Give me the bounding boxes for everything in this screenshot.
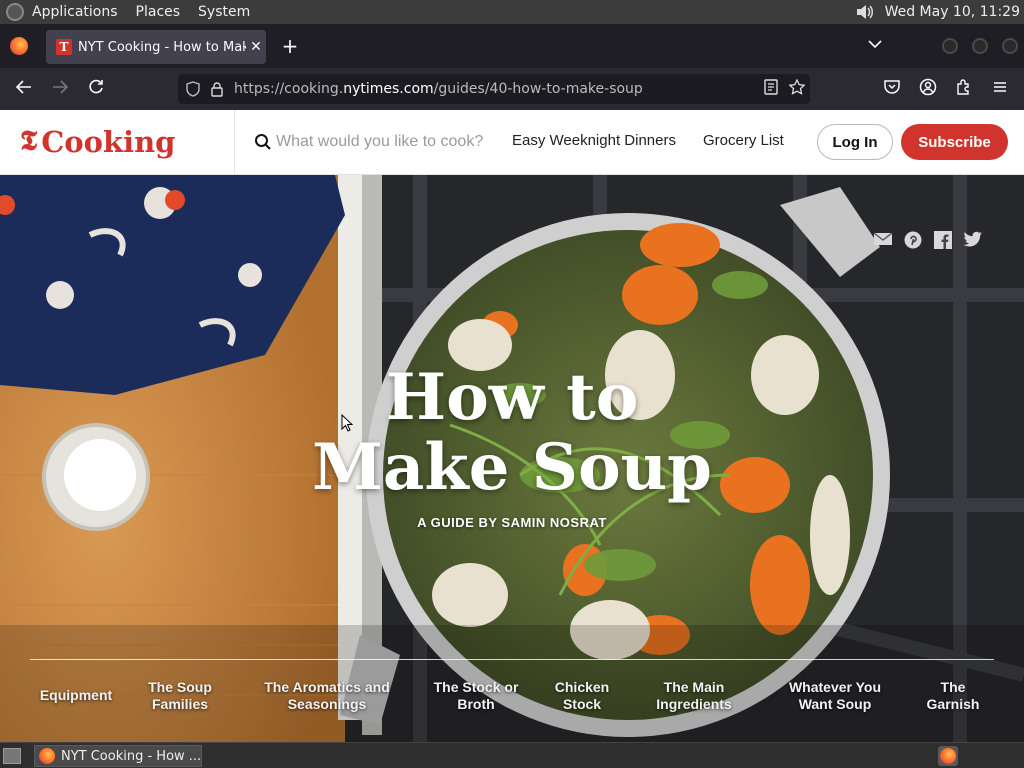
facebook-icon[interactable] (932, 231, 954, 251)
url-text[interactable]: https://cooking.nytimes.com/guides/40-ho… (234, 81, 758, 97)
guide-nav-label: Want Soup (798, 696, 872, 712)
header-divider (234, 110, 235, 175)
guide-nav-label: Garnish (926, 696, 980, 712)
guide-nav-chicken-stock[interactable]: Chicken Stock (542, 679, 622, 713)
close-window-button[interactable] (1002, 38, 1018, 54)
tray-firefox-icon[interactable] (938, 746, 958, 766)
url-prefix: https://cooking. (234, 81, 344, 97)
log-in-button[interactable]: Log In (817, 124, 893, 160)
hero-banner: How to Make Soup A GUIDE BY SAMIN NOSRAT… (0, 175, 1024, 742)
new-tab-button[interactable]: + (280, 36, 300, 56)
url-bar[interactable]: https://cooking.nytimes.com/guides/40-ho… (178, 74, 810, 104)
guide-nav-label: The Soup (148, 679, 212, 695)
nyt-favicon-icon: T (56, 39, 72, 55)
tracking-protection-shield-icon[interactable] (186, 81, 202, 97)
guide-nav-garnish[interactable]: The Garnish (918, 679, 988, 713)
guide-nav-label: The (940, 679, 966, 695)
hero-divider (30, 659, 994, 660)
tab-close-icon[interactable]: ✕ (246, 39, 266, 55)
guide-nav-label: Seasonings (287, 696, 367, 712)
nyt-t-logo-icon: 𝕿 (20, 126, 38, 157)
applications-menu[interactable]: Applications (32, 4, 118, 20)
url-path: /guides/40-how-to-make-soup (433, 81, 643, 97)
guide-nav-label: Equipment (39, 687, 113, 703)
guide-nav-whatever-you-want-soup[interactable]: Whatever You Want Soup (780, 679, 890, 713)
account-icon[interactable] (917, 78, 939, 100)
reader-view-icon[interactable] (758, 79, 784, 99)
guide-nav-label: Whatever You (788, 679, 882, 695)
tab-title: NYT Cooking - How to Make Soup (78, 39, 246, 55)
panel-clock[interactable]: Wed May 10, 11:29 (885, 4, 1020, 20)
guide-nav-label: Broth (457, 696, 495, 712)
web-page: 𝕿 Cooking Easy Weeknight Dinners Grocery… (0, 110, 1024, 742)
show-desktop-icon[interactable] (3, 748, 21, 764)
volume-icon[interactable] (855, 3, 875, 21)
bookmark-star-icon[interactable] (784, 78, 810, 99)
extensions-icon[interactable] (953, 78, 975, 100)
guide-nav-aromatics-seasonings[interactable]: The Aromatics and Seasonings (252, 679, 402, 713)
guide-section-nav: Equipment The Soup Families The Aromatic… (20, 679, 1004, 719)
guide-nav-label: The Stock or (433, 679, 519, 695)
grocery-list-link[interactable]: Grocery List (703, 132, 784, 149)
back-button[interactable] (13, 78, 35, 100)
browser-tab-bar: T NYT Cooking - How to Make Soup ✕ + (0, 24, 1024, 68)
hero-title-line2: Make Soup (312, 430, 712, 505)
pinterest-icon[interactable] (902, 231, 924, 251)
guide-nav-label: Ingredients (656, 696, 732, 712)
minimize-window-button[interactable] (942, 38, 958, 54)
guide-nav-label: Chicken (554, 679, 610, 695)
brand-name: Cooking (41, 125, 176, 159)
twitter-icon[interactable] (962, 231, 984, 251)
forward-button[interactable] (49, 78, 71, 100)
email-icon[interactable] (872, 231, 894, 251)
list-all-tabs-chevron-icon[interactable] (868, 38, 888, 54)
easy-weeknight-dinners-link[interactable]: Easy Weeknight Dinners (512, 132, 676, 149)
firefox-view-icon[interactable] (10, 37, 28, 55)
system-top-panel: Applications Places System Wed May 10, 1… (0, 0, 1024, 24)
guide-nav-stock-broth[interactable]: The Stock or Broth (420, 679, 532, 713)
guide-nav-label: Families (151, 696, 209, 712)
guide-nav-label: The Main (663, 679, 725, 695)
hero-byline: A GUIDE BY SAMIN NOSRAT (417, 515, 607, 530)
taskbar-window-label: NYT Cooking - How ... (60, 748, 201, 764)
share-icons (872, 231, 984, 251)
subscribe-button[interactable]: Subscribe (901, 124, 1008, 160)
guide-nav-label: Stock (562, 696, 602, 712)
nyt-cooking-logo[interactable]: 𝕿 Cooking (20, 124, 175, 160)
taskbar-window-firefox[interactable]: NYT Cooking - How ... (34, 745, 202, 767)
guide-nav-main-ingredients[interactable]: The Main Ingredients (644, 679, 744, 713)
site-header: 𝕿 Cooking Easy Weeknight Dinners Grocery… (0, 110, 1024, 175)
maximize-window-button[interactable] (972, 38, 988, 54)
mouse-cursor-icon (341, 414, 353, 432)
guide-nav-label: The Aromatics and (264, 679, 390, 695)
gnome-logo-icon[interactable] (6, 3, 24, 21)
browser-nav-bar: https://cooking.nytimes.com/guides/40-ho… (0, 68, 1024, 110)
hero-title: How to Make Soup (0, 363, 1024, 503)
lock-icon[interactable] (210, 81, 226, 97)
url-domain: nytimes.com (343, 81, 434, 97)
search-icon[interactable] (254, 133, 272, 151)
places-menu[interactable]: Places (136, 4, 181, 20)
recipe-search-input[interactable] (276, 128, 504, 156)
guide-nav-equipment[interactable]: Equipment (20, 687, 132, 704)
hero-title-line1: How to (385, 360, 639, 435)
hamburger-menu-icon[interactable] (989, 78, 1011, 100)
guide-nav-soup-families[interactable]: The Soup Families (130, 679, 230, 713)
bottom-taskbar: NYT Cooking - How ... (0, 742, 1024, 768)
system-menu[interactable]: System (198, 4, 250, 20)
pocket-icon[interactable] (881, 78, 903, 100)
reload-button[interactable] (85, 78, 107, 100)
browser-tab-active[interactable]: T NYT Cooking - How to Make Soup ✕ (46, 30, 266, 64)
firefox-icon (39, 748, 55, 764)
